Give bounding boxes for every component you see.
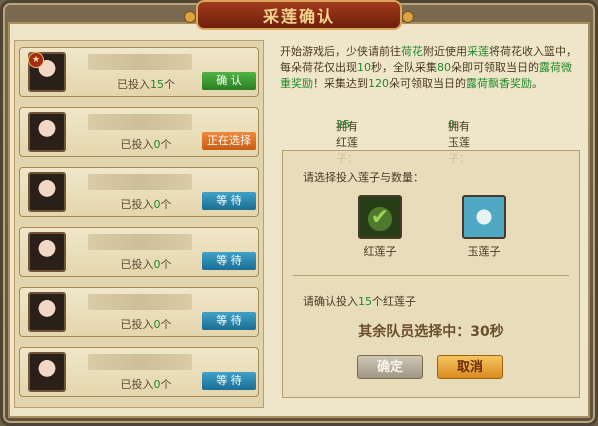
- red-lotus-seed-icon: ✔: [358, 195, 402, 239]
- member-status-badge: 等 待: [202, 312, 256, 330]
- seed-selection-panel: 请选择投入莲子与数量： ✔ 红莲子 玉莲子 请确认投入15个红莲子 其余队员选择…: [282, 150, 580, 398]
- member-status-badge: 等 待: [202, 252, 256, 270]
- team-member-row: 已投入0个 等 待: [19, 347, 259, 397]
- member-avatar: [28, 112, 66, 152]
- waiting-countdown: 其余队员选择中：30秒: [358, 324, 504, 340]
- jade-lotus-seed-label: 玉莲子: [467, 245, 501, 258]
- member-name-blurred: [88, 234, 192, 250]
- team-member-row: ★ 已投入15个 确 认: [19, 47, 259, 97]
- jade-lotus-seed-icon: [462, 195, 506, 239]
- cancel-button[interactable]: 取消: [437, 355, 503, 379]
- member-status-badge: 等 待: [202, 192, 256, 210]
- selection-prompt: 请选择投入莲子与数量：: [303, 171, 424, 184]
- red-lotus-seed-option[interactable]: ✔ 红莲子: [355, 195, 405, 259]
- dialog-title: 采莲确认: [184, 0, 414, 30]
- team-member-list: ★ 已投入15个 确 认 已投入0个 正在选择 已投入0个 等 待 已投入0个 …: [14, 40, 264, 408]
- member-status-badge: 正在选择: [202, 132, 256, 150]
- member-invest-count: 已投入0个: [120, 258, 172, 271]
- member-status-badge: 等 待: [202, 372, 256, 390]
- member-avatar: ★: [28, 52, 66, 92]
- captain-badge-icon: ★: [28, 52, 44, 68]
- member-invest-count: 已投入0个: [120, 138, 172, 151]
- member-name-blurred: [88, 354, 192, 370]
- divider: [293, 275, 569, 276]
- member-status-badge: 确 认: [202, 72, 256, 90]
- member-name-blurred: [88, 174, 192, 190]
- member-invest-count: 已投入15个: [117, 78, 175, 91]
- confirm-investment-text: 请确认投入15个红莲子: [303, 295, 416, 308]
- member-avatar: [28, 352, 66, 392]
- confirm-button[interactable]: 确定: [357, 355, 423, 379]
- member-invest-count: 已投入0个: [120, 198, 172, 211]
- team-member-row: 已投入0个 正在选择: [19, 107, 259, 157]
- team-member-row: 已投入0个 等 待: [19, 167, 259, 217]
- team-member-row: 已投入0个 等 待: [19, 287, 259, 337]
- member-avatar: [28, 232, 66, 272]
- member-name-blurred: [88, 54, 192, 70]
- member-invest-count: 已投入0个: [120, 318, 172, 331]
- member-name-blurred: [88, 294, 192, 310]
- member-avatar: [28, 172, 66, 212]
- member-avatar: [28, 292, 66, 332]
- member-name-blurred: [88, 114, 192, 130]
- event-description: 开始游戏后，少侠请前往荷花附近使用采莲将荷花收入篮中，每朵荷花仅出现10秒，全队…: [280, 45, 577, 90]
- jade-lotus-seed-option[interactable]: 玉莲子: [459, 195, 509, 259]
- red-lotus-seed-label: 红莲子: [363, 245, 397, 258]
- team-member-row: 已投入0个 等 待: [19, 227, 259, 277]
- member-invest-count: 已投入0个: [120, 378, 172, 391]
